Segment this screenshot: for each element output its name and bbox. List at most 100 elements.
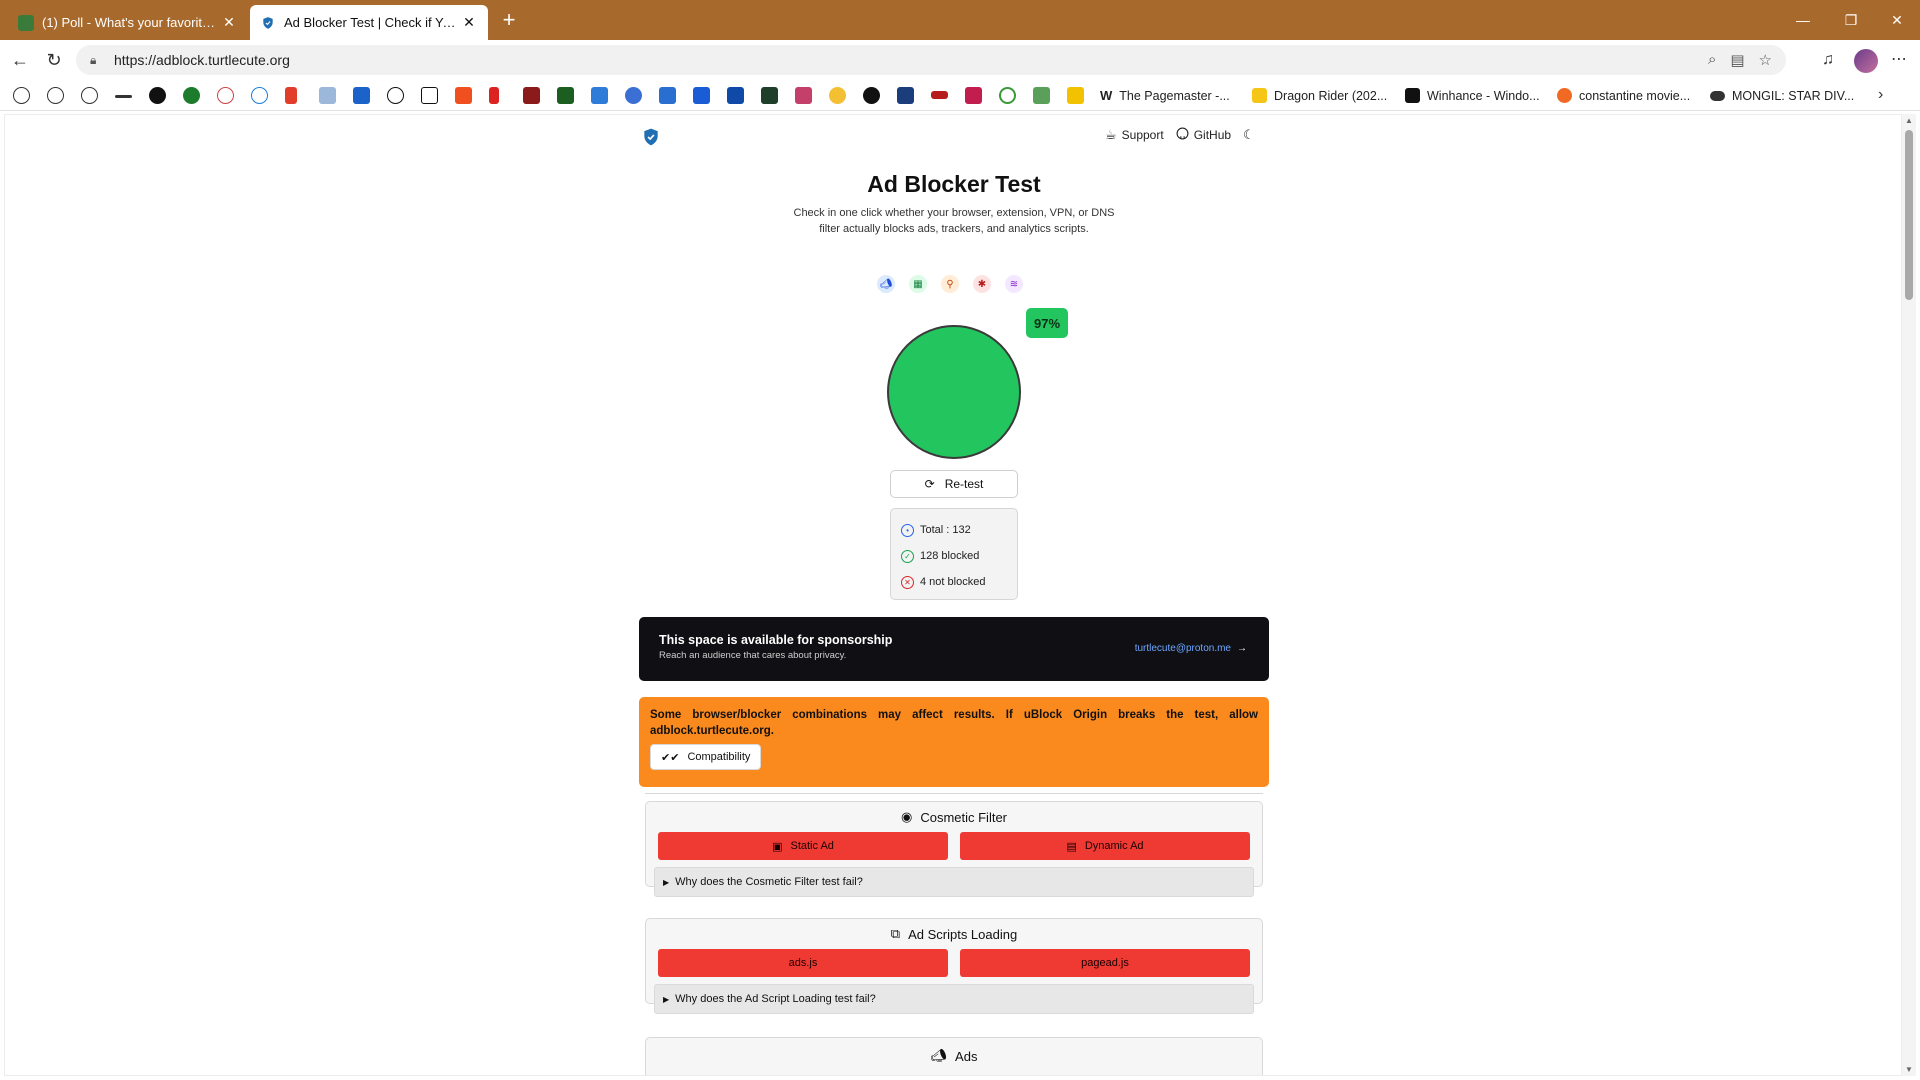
- cosmetic-filter-faq[interactable]: ▶ Why does the Cosmetic Filter test fail…: [654, 867, 1254, 897]
- close-tab-icon[interactable]: ✕: [460, 14, 478, 31]
- menu-icon[interactable]: ⋯: [1888, 49, 1910, 71]
- new-tab-icon[interactable]: +: [496, 7, 522, 33]
- scroll-thumb[interactable]: [1905, 130, 1913, 300]
- winhance-icon: [1405, 88, 1420, 103]
- tracker-icon[interactable]: ⚲: [941, 275, 959, 293]
- scroll-down-icon[interactable]: ▼: [1905, 1065, 1913, 1074]
- globe-icon[interactable]: [47, 87, 64, 104]
- bookmark-item[interactable]: W The Pagemaster -...: [1100, 86, 1230, 105]
- compatibility-warning: Some browser/blocker combinations may af…: [639, 697, 1269, 787]
- support-link[interactable]: ☕︎ Support: [1105, 127, 1164, 143]
- bookmark-icon[interactable]: [421, 87, 438, 104]
- scroll-up-icon[interactable]: ▲: [1905, 116, 1913, 125]
- back-icon[interactable]: ←: [8, 48, 32, 72]
- dark-mode-toggle[interactable]: ☾: [1243, 127, 1255, 143]
- stat-blocked: ✓ 128 blocked: [901, 543, 1007, 569]
- bookmark-icon[interactable]: [455, 87, 472, 104]
- check-circle-icon: ✓: [901, 549, 914, 563]
- media-control-icon[interactable]: ♫: [1817, 49, 1839, 71]
- reload-icon[interactable]: ↻: [42, 48, 66, 72]
- bookmark-icon[interactable]: [1067, 87, 1084, 104]
- bookmark-icon[interactable]: [659, 87, 676, 104]
- bookmark-icon[interactable]: [931, 91, 948, 99]
- bookmark-icon[interactable]: [727, 87, 744, 104]
- bookmark-icon[interactable]: [353, 87, 370, 104]
- ad-scripts-faq[interactable]: ▶ Why does the Ad Script Loading test fa…: [654, 984, 1254, 1014]
- bookmark-icon[interactable]: [795, 87, 812, 104]
- close-tab-icon[interactable]: ✕: [220, 14, 238, 31]
- github-icon: [1176, 127, 1189, 143]
- close-window-icon[interactable]: ✕: [1874, 0, 1920, 40]
- bookmark-icon[interactable]: [319, 87, 336, 104]
- layers-icon[interactable]: ≋: [1005, 275, 1023, 293]
- stat-total: • Total : 132: [901, 517, 1007, 543]
- chevron-right-icon[interactable]: ›: [1878, 86, 1883, 104]
- globe-icon[interactable]: [13, 87, 30, 104]
- bookmark-icon[interactable]: [761, 87, 778, 104]
- github-link[interactable]: GitHub: [1176, 127, 1231, 143]
- tab-poll[interactable]: (1) Poll - What's your favorite Ad Block…: [8, 5, 248, 40]
- score-circle: [887, 325, 1021, 459]
- browser-toolbar: ← ↻ 🔒︎ https://adblock.turtlecute.org ⌕ …: [0, 40, 1920, 80]
- bookmark-icon[interactable]: [965, 87, 982, 104]
- site-info-icon[interactable]: 🔒︎: [90, 53, 104, 68]
- page-viewport: ☕︎ Support GitHub ☾ Ad Blocker Test Chec…: [4, 114, 1902, 1076]
- minimize-icon[interactable]: —: [1780, 0, 1826, 40]
- page-subtitle: Check in one click whether your browser,…: [793, 207, 1115, 235]
- top-nav: ☕︎ Support GitHub ☾: [1105, 127, 1255, 143]
- bookmark-icon[interactable]: [183, 87, 200, 104]
- bookmark-item[interactable]: MONGIL: STAR DIV...: [1710, 86, 1854, 105]
- expand-triangle-icon: ▶: [663, 994, 670, 1004]
- address-bar[interactable]: 🔒︎ https://adblock.turtlecute.org ⌕ ▤ ☆: [76, 45, 1786, 75]
- document-icon: ▤: [1066, 840, 1077, 853]
- bookmark-item[interactable]: Dragon Rider (202...: [1252, 86, 1387, 105]
- reader-mode-icon[interactable]: ▤: [1730, 51, 1744, 69]
- expand-triangle-icon: ▶: [663, 877, 670, 887]
- static-ad-result[interactable]: ▣ Static Ad: [658, 832, 948, 860]
- bookmark-icon[interactable]: [489, 87, 499, 104]
- bookmark-icon[interactable]: [591, 87, 608, 104]
- bookmark-icon[interactable]: [557, 87, 574, 104]
- card-header: ◉ Cosmetic Filter: [900, 809, 1008, 825]
- bookmark-icon[interactable]: [625, 87, 642, 104]
- retest-button[interactable]: ⟳ Re-test: [890, 470, 1018, 498]
- bug-icon[interactable]: ✱: [973, 275, 991, 293]
- ad-scripts-card: ⧉ Ad Scripts Loading ads.js pagead.js ▶ …: [645, 918, 1263, 1014]
- github-icon[interactable]: [863, 87, 880, 104]
- shield-logo-icon[interactable]: [641, 127, 661, 147]
- sponsor-email-link[interactable]: turtlecute@proton.me →: [1135, 643, 1247, 654]
- reddit-favicon-icon: [18, 14, 34, 31]
- profile-avatar[interactable]: [1854, 49, 1878, 73]
- bookmark-icon[interactable]: [999, 87, 1016, 104]
- page-scrollbar[interactable]: ▲ ▼: [1902, 114, 1916, 1076]
- tab-adblock-test[interactable]: Ad Blocker Test | Check if Your Ad Block…: [250, 5, 488, 40]
- bookmark-icon[interactable]: [523, 87, 540, 104]
- bookmark-icon[interactable]: [285, 87, 297, 104]
- analytics-icon[interactable]: ▦: [909, 275, 927, 293]
- browser-titlebar: (1) Poll - What's your favorite Ad Block…: [0, 0, 1920, 40]
- ads-card: 📣︎ Ads: [645, 1037, 1263, 1075]
- bookmark-icon[interactable]: [829, 87, 846, 104]
- pagead-js-result[interactable]: pagead.js: [960, 949, 1250, 977]
- zoom-icon[interactable]: ⌕: [1708, 51, 1716, 69]
- bookmark-icon[interactable]: [387, 87, 404, 104]
- bookmark-icon[interactable]: [693, 87, 710, 104]
- ads-js-result[interactable]: ads.js: [658, 949, 948, 977]
- url-text: https://adblock.turtlecute.org: [114, 52, 290, 68]
- bookmark-item[interactable]: Winhance - Windo...: [1405, 86, 1540, 105]
- bookmark-icon[interactable]: [149, 87, 166, 104]
- megaphone-icon[interactable]: 📣︎: [877, 275, 895, 293]
- history-icon[interactable]: [81, 87, 98, 104]
- restore-icon[interactable]: ❐: [1828, 0, 1874, 40]
- shield-favicon-icon: [260, 15, 276, 31]
- imdb-icon: [1252, 88, 1267, 103]
- bookmark-icon[interactable]: [1033, 87, 1050, 104]
- favorite-star-icon[interactable]: ☆: [1759, 51, 1772, 69]
- bookmark-icon[interactable]: [251, 87, 268, 104]
- bookmark-icon[interactable]: [897, 87, 914, 104]
- bookmark-icon[interactable]: [217, 87, 234, 104]
- dynamic-ad-result[interactable]: ▤ Dynamic Ad: [960, 832, 1250, 860]
- compatibility-button[interactable]: ✔✔ Compatibility: [650, 744, 762, 770]
- pocket-icon[interactable]: [115, 95, 132, 98]
- bookmark-item[interactable]: constantine movie...: [1557, 86, 1690, 105]
